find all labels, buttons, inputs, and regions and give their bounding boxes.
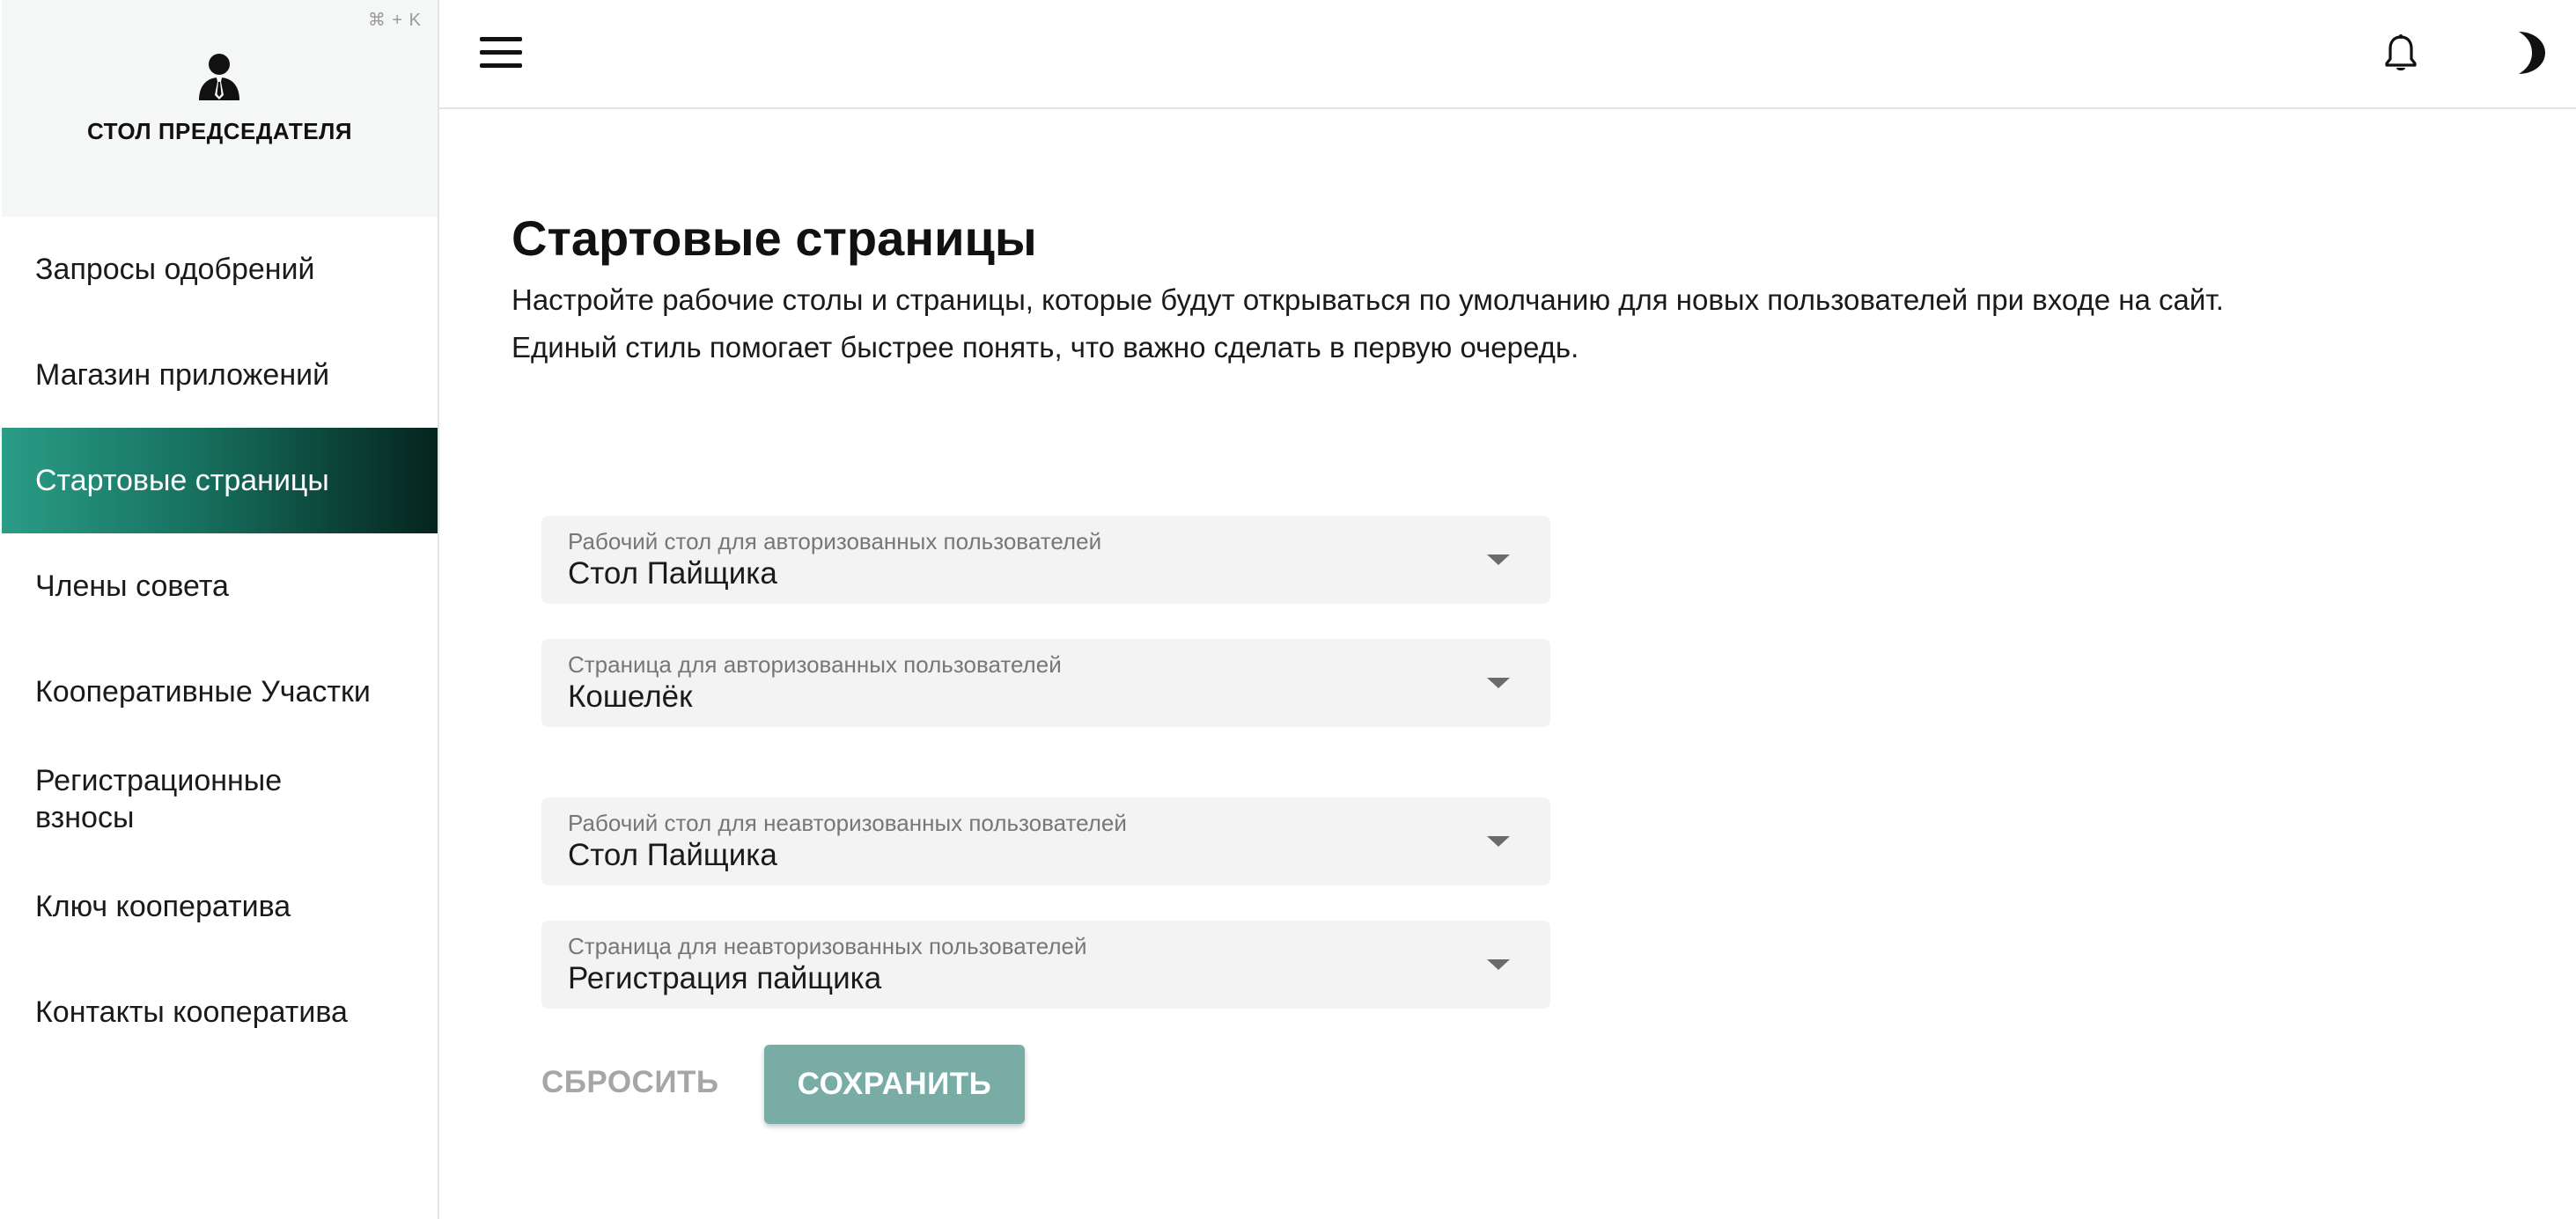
sidebar-item-label: Регистрационные взносы <box>35 764 283 834</box>
field-value: Регистрация пайщика <box>568 961 882 995</box>
reset-button[interactable]: СБРОСИТЬ <box>541 1046 719 1120</box>
sidebar-item-label: Кооперативные Участки <box>35 674 371 709</box>
field-value: Стол Пайщика <box>568 838 777 872</box>
user-icon <box>199 54 239 100</box>
sidebar-item-label: Члены совета <box>35 569 229 603</box>
hamburger-menu-icon[interactable] <box>480 37 522 69</box>
search-shortcut-hint: ⌘ + K <box>367 11 422 30</box>
field-label: Страница для авторизованных пользователе… <box>568 651 1062 678</box>
field-value: Стол Пайщика <box>568 556 777 591</box>
moon-icon[interactable] <box>2510 30 2549 76</box>
guest-desktop-select[interactable]: Рабочий стол для неавторизованных пользо… <box>541 797 1550 885</box>
chevron-down-icon[interactable] <box>1487 554 1510 565</box>
sidebar-item-coop-plots[interactable]: Кооперативные Участки <box>2 639 438 745</box>
sidebar-item-approval-requests[interactable]: Запросы одобрений <box>2 217 438 322</box>
auth-page-select[interactable]: Страница для авторизованных пользователе… <box>541 639 1550 727</box>
sidebar: ⌘ + K СТОЛ ПРЕДСЕДАТЕЛЯ Запросы одобрени… <box>0 0 439 1219</box>
auth-desktop-select[interactable]: Рабочий стол для авторизованных пользова… <box>541 516 1550 604</box>
bell-icon[interactable] <box>2383 33 2418 74</box>
sidebar-item-coop-key[interactable]: Ключ кооператива <box>2 854 438 959</box>
page-title: Стартовые страницы <box>512 210 1037 266</box>
field-label: Рабочий стол для неавторизованных пользо… <box>568 810 1127 836</box>
page-description: Настройте рабочие столы и страницы, кото… <box>512 283 2224 363</box>
field-value: Кошелёк <box>568 679 693 714</box>
org-title: СТОЛ ПРЕДСЕДАТЕЛЯ <box>86 118 353 144</box>
field-label: Рабочий стол для авторизованных пользова… <box>568 528 1102 554</box>
sidebar-item-app-store[interactable]: Магазин приложений <box>2 322 438 428</box>
sidebar-header: ⌘ + K СТОЛ ПРЕДСЕДАТЕЛЯ <box>2 0 438 217</box>
chevron-down-icon[interactable] <box>1487 836 1510 847</box>
sidebar-item-board-members[interactable]: Члены совета <box>2 533 438 639</box>
chevron-down-icon[interactable] <box>1487 959 1510 970</box>
save-button[interactable]: СОХРАНИТЬ <box>764 1045 1025 1124</box>
sidebar-nav: Запросы одобрений Магазин приложений Ста… <box>2 217 438 1065</box>
sidebar-item-registration-fees[interactable]: Регистрационные взносы <box>2 745 438 854</box>
sidebar-item-coop-contacts[interactable]: Контакты кооператива <box>2 959 438 1065</box>
chevron-down-icon[interactable] <box>1487 678 1510 688</box>
guest-page-select[interactable]: Страница для неавторизованных пользовате… <box>541 921 1550 1009</box>
sidebar-item-label: Стартовые страницы <box>35 463 329 497</box>
sidebar-item-label: Магазин приложений <box>35 357 330 392</box>
sidebar-item-label: Ключ кооператива <box>35 889 291 923</box>
sidebar-item-label: Запросы одобрений <box>35 252 315 286</box>
sidebar-item-start-pages[interactable]: Стартовые страницы <box>2 428 438 533</box>
top-bar <box>439 0 2576 109</box>
field-label: Страница для неавторизованных пользовате… <box>568 933 1087 959</box>
sidebar-item-label: Контакты кооператива <box>35 995 348 1029</box>
